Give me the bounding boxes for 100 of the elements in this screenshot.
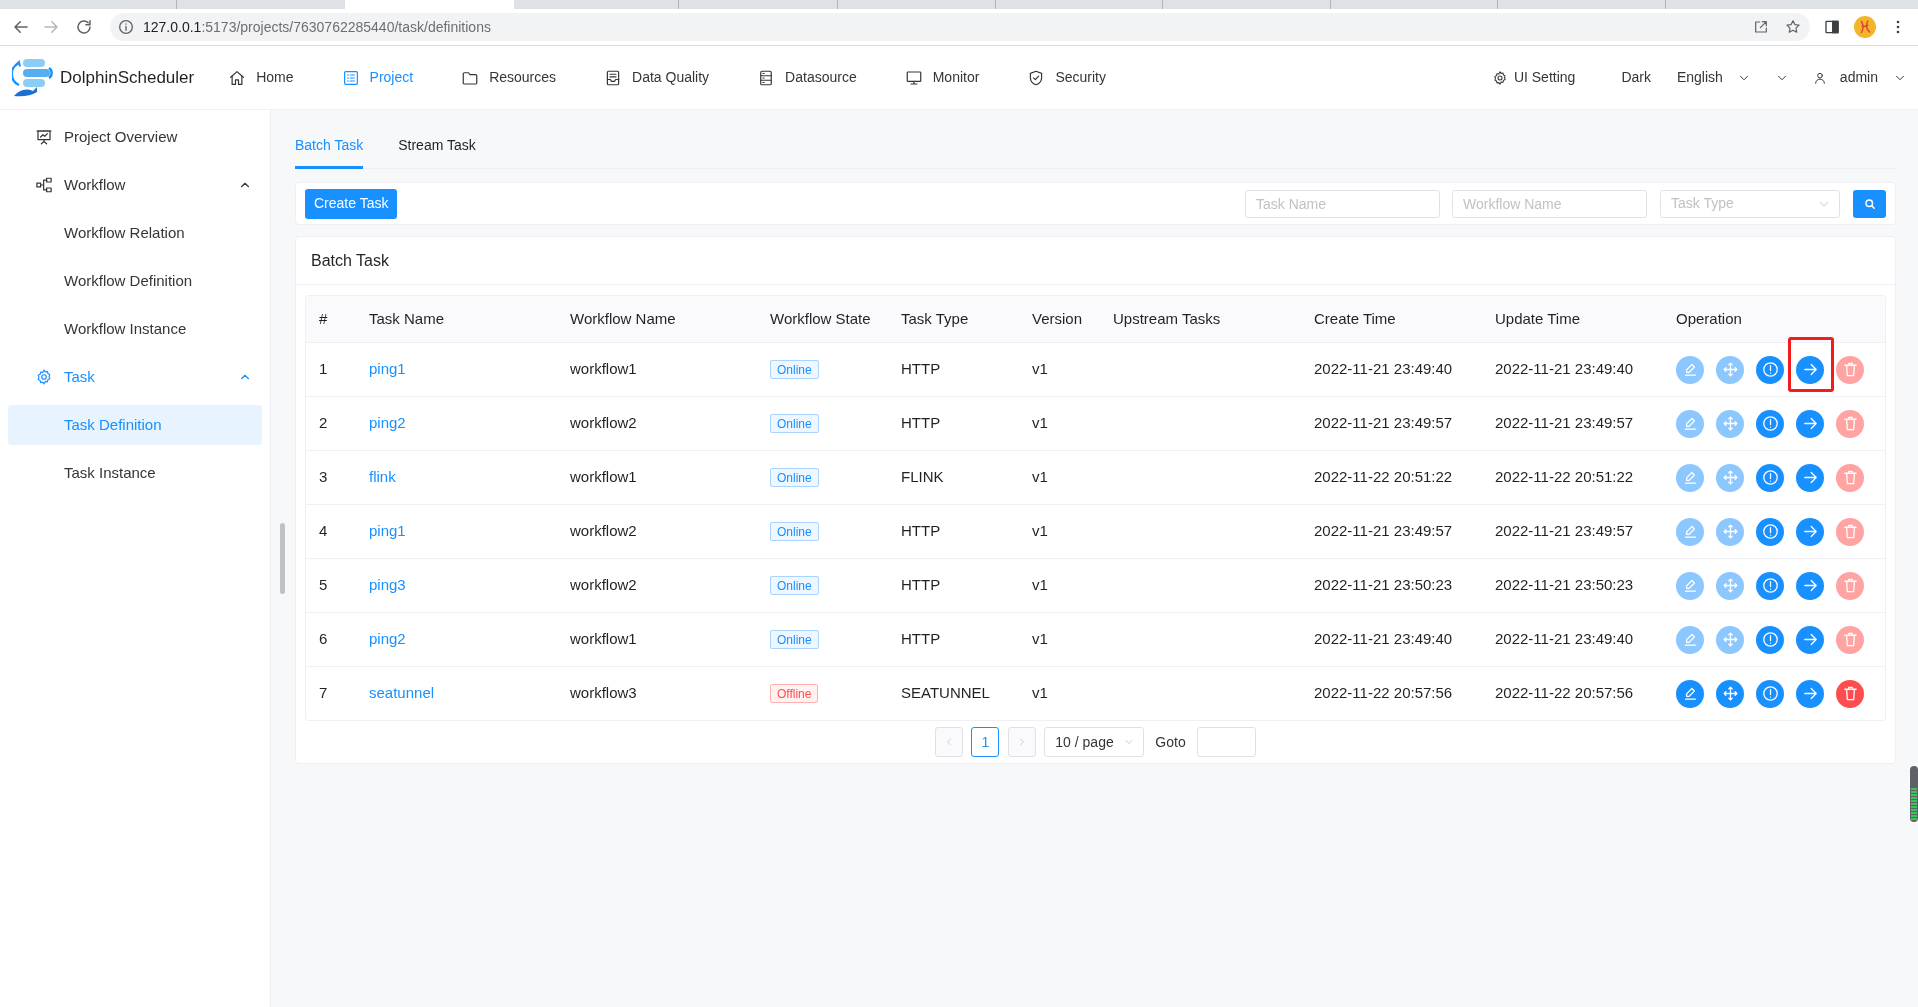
move-button[interactable] [1716, 679, 1744, 708]
table-cell-text: v1 [1032, 359, 1048, 380]
table-cell-text: workflow3 [570, 683, 637, 704]
status-tag: Online [770, 414, 819, 433]
info-button[interactable] [1756, 409, 1784, 438]
goto-field[interactable] [1196, 727, 1256, 757]
column-header: Update Time [1495, 308, 1581, 329]
info-button[interactable] [1756, 517, 1784, 546]
sidebar-item[interactable]: Task Instance [8, 453, 262, 493]
search-icon [1863, 197, 1876, 210]
delete-button[interactable] [1836, 679, 1864, 708]
nav-item[interactable]: Security [1027, 67, 1106, 88]
forward-button[interactable] [1796, 463, 1824, 492]
forward-button[interactable] [1796, 355, 1824, 384]
trash-icon [1841, 361, 1859, 378]
star-icon[interactable] [1785, 19, 1801, 35]
edit-button[interactable] [1676, 679, 1704, 708]
share-icon[interactable] [1753, 19, 1769, 35]
side-handle[interactable] [1910, 766, 1918, 822]
panel-title: Batch Task [311, 250, 389, 271]
nav-item[interactable]: Data Quality [604, 67, 710, 88]
table-cell-text: 2022-11-21 23:49:57 [1314, 413, 1453, 434]
nav-item[interactable]: Datasource [757, 67, 857, 88]
forward-button[interactable] [1796, 517, 1824, 546]
table-cell-text: 5 [319, 575, 328, 596]
language-select[interactable]: English [1676, 67, 1751, 88]
table-cell-text: 2022-11-21 23:49:57 [1495, 521, 1634, 542]
column-header: # [319, 308, 328, 329]
page-size-select[interactable]: 10 / page [1044, 727, 1145, 757]
sidebar-item[interactable]: Workflow Relation [8, 213, 262, 253]
table-cell-text: workflow1 [570, 467, 637, 488]
back-icon[interactable] [12, 18, 30, 36]
info-icon[interactable] [118, 19, 134, 35]
table-cell-text: v1 [1032, 521, 1048, 542]
theme-button[interactable]: Dark [1621, 67, 1651, 88]
forward-button[interactable] [1796, 625, 1824, 654]
info-button[interactable] [1756, 625, 1784, 654]
move-arrows-icon [1721, 361, 1739, 378]
column-header: Operation [1676, 308, 1742, 329]
info-button[interactable] [1756, 571, 1784, 600]
table-cell-text: 2022-11-21 23:50:23 [1495, 575, 1634, 596]
scrollbar-thumb[interactable] [280, 523, 285, 594]
flowchart-icon [35, 176, 53, 194]
column-header: Task Name [369, 308, 445, 329]
trash-icon [1841, 469, 1859, 486]
nav-item[interactable]: Resources [461, 67, 557, 88]
exclamation-circle-icon [1761, 415, 1779, 432]
status-tag: Online [770, 630, 819, 649]
nav-item[interactable]: Home [228, 67, 294, 88]
table-cell-text: HTTP [901, 629, 941, 650]
forward-button[interactable] [1796, 409, 1824, 438]
sidebar-item[interactable]: Workflow [8, 165, 262, 205]
table-cell-text: workflow2 [570, 413, 637, 434]
arrow-right-icon [1801, 685, 1819, 702]
table-cell-text: HTTP [901, 575, 941, 596]
table-cell-text: 2022-11-22 20:51:22 [1314, 467, 1453, 488]
avatar-icon[interactable] [1854, 16, 1876, 38]
table-cell-text: 2022-11-21 23:49:40 [1314, 629, 1453, 650]
info-button[interactable] [1756, 679, 1784, 708]
table-cell-text: 2022-11-22 20:57:56 [1314, 683, 1453, 704]
reload-icon[interactable] [75, 18, 93, 36]
sidebar-item[interactable]: Workflow Definition [8, 261, 262, 301]
forward-button[interactable] [1796, 679, 1824, 708]
sidebar-item[interactable]: Workflow Instance [8, 309, 262, 349]
logo-icon[interactable] [12, 57, 55, 98]
status-tag: Online [770, 360, 819, 379]
forward-button[interactable] [1796, 571, 1824, 600]
exclamation-circle-icon [1761, 361, 1779, 378]
table-cell-text: workflow1 [570, 359, 637, 380]
table-cell-text: SEATUNNEL [901, 683, 990, 704]
move-arrows-icon [1721, 415, 1739, 432]
table-cell-text: 4 [319, 521, 328, 542]
info-button[interactable] [1756, 463, 1784, 492]
side-panel-icon[interactable] [1824, 19, 1840, 35]
filter-field[interactable]: Workflow Name [1452, 189, 1647, 218]
status-tag: Offline [770, 684, 819, 703]
exclamation-circle-icon [1761, 577, 1779, 594]
tab[interactable]: Stream Task [398, 124, 476, 169]
arrow-right-icon [1801, 523, 1819, 540]
forward-icon[interactable] [42, 18, 60, 36]
search-button[interactable] [1853, 189, 1886, 218]
table-cell-text: 2022-11-21 23:49:57 [1495, 413, 1634, 434]
nav-item[interactable]: Monitor [904, 67, 980, 88]
table-cell-text: v1 [1032, 467, 1048, 488]
address-bar[interactable]: 127.0.0.1:5173/projects/7630762285440/task/definitions [110, 13, 1810, 41]
user-menu[interactable]: admin [1812, 67, 1907, 88]
filter-field[interactable]: Task Name [1245, 189, 1440, 218]
ui-setting-button[interactable]: UI Setting [1491, 67, 1576, 88]
table-cell-text: workflow2 [570, 521, 637, 542]
list-icon [341, 68, 360, 87]
table-cell-text: 6 [319, 629, 328, 650]
table-cell-text: 7 [319, 683, 328, 704]
table-cell-text: HTTP [901, 521, 941, 542]
presentation-chart-icon [35, 128, 53, 146]
settings-icon [1491, 69, 1508, 86]
table-cell-text: 2022-11-21 23:49:40 [1495, 359, 1634, 380]
sidebar-item[interactable]: Project Overview [8, 117, 262, 157]
monitor-icon [904, 68, 923, 87]
info-button[interactable] [1756, 355, 1784, 384]
column-header: Workflow Name [570, 308, 676, 329]
